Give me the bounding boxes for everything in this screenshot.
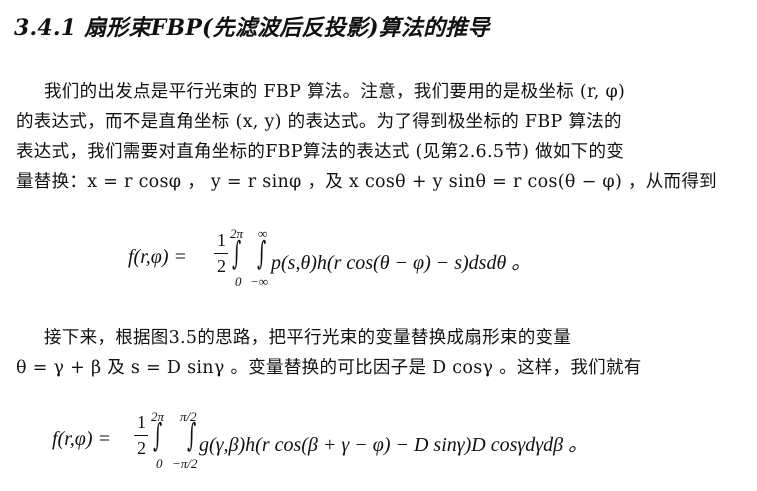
eq1-fraction-bar [214,253,228,255]
eq2-lhs: f(r,φ) = [52,428,112,450]
eq1-frac-denominator: 2 [217,256,226,276]
eq2-int2-lower-limit: −π/2 [172,456,198,471]
eq2-frac-numerator: 1 [137,412,146,432]
eq1-int2-lower-limit: −∞ [250,274,269,289]
eq2-fraction-bar [134,435,148,437]
para2-line-2: θ = γ + β 及 s = D sinγ 。变量替换的可比因子是 D cos… [16,358,642,378]
para1-line-2: 的表达式，而不是直角坐标 (x, y) 的表达式。为了得到极坐标的 FBP 算法… [16,112,622,132]
para2-line-1: 接下来，根据图3.5的思路，把平行光束的变量替换成扇形束的变量 [44,328,572,348]
eq2-integral-sign-2: ∫ [187,416,197,454]
eq2-frac-denominator: 2 [137,438,146,458]
eq1-int1-lower-limit: 0 [235,274,242,289]
eq2-int1-lower-limit: 0 [156,456,163,471]
para1-line-1: 我们的出发点是平行光束的 FBP 算法。注意，我们要用的是极坐标 (r, φ) [44,82,626,102]
section-heading: 3.4.1 扇形束FBP(先滤波后反投影)算法的推导 [14,15,490,41]
eq1-lhs: f(r,φ) = [128,246,188,268]
para1-line-3: 表达式，我们需要对直角坐标的FBP算法的表达式 (见第2.6.5节) 做如下的变 [16,142,625,162]
eq1-integral-sign-2: ∫ [257,234,267,272]
eq1-integral-sign-1: ∫ [232,234,242,272]
eq2-integral-sign-1: ∫ [153,416,163,454]
eq2-integrand: g(γ,β)h(r cos(β + γ − φ) − D sinγ)D cosγ… [199,434,589,456]
para1-line-4: 量替换：x = r cosφ ， y = r sinφ ，及 x cosθ + … [16,172,717,192]
eq1-frac-numerator: 1 [217,230,226,250]
eq1-integrand: p(s,θ)h(r cos(θ − φ) − s)dsdθ 。 [271,252,532,274]
